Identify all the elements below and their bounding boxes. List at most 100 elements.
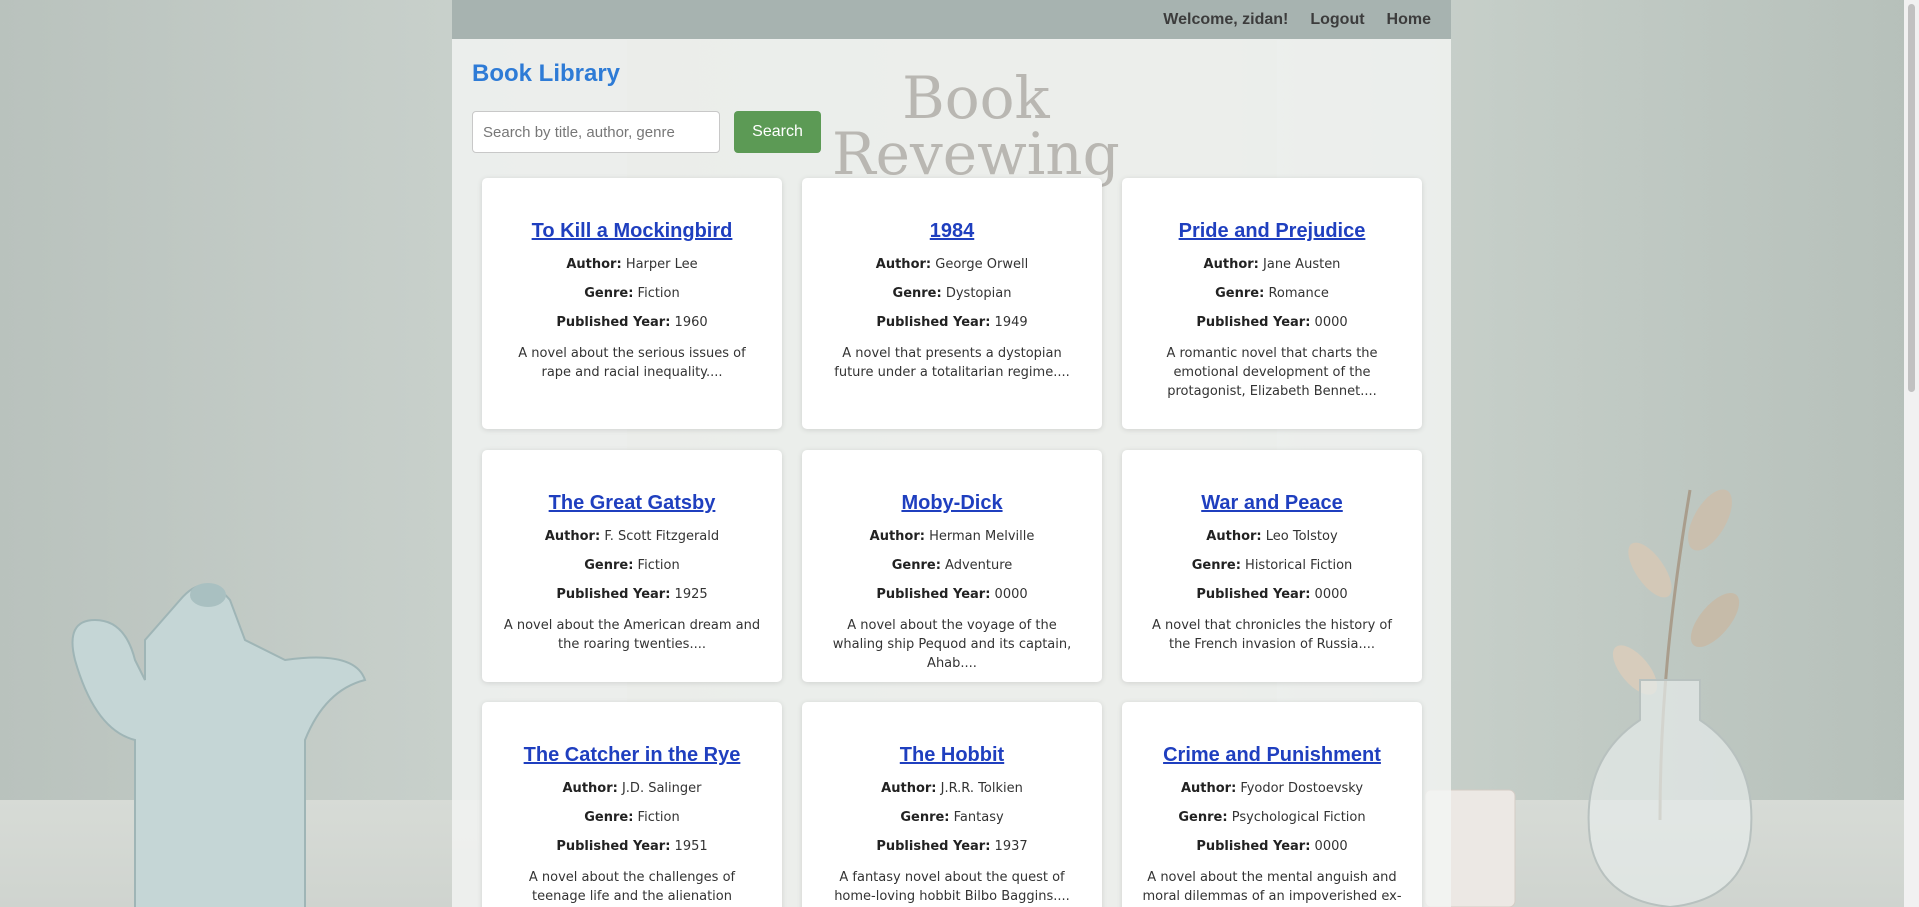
- search-button[interactable]: Search: [734, 111, 821, 153]
- book-genre: Genre: Fantasy: [802, 810, 1102, 825]
- year-value: 0000: [1314, 839, 1348, 854]
- genre-label: Genre:: [1191, 558, 1241, 573]
- year-label: Published Year:: [1196, 587, 1311, 602]
- year-value: 1960: [674, 315, 708, 330]
- scrollbar-thumb[interactable]: [1908, 4, 1915, 392]
- genre-label: Genre:: [1215, 286, 1265, 301]
- author-value: J.R.R. Tolkien: [940, 781, 1023, 796]
- genre-value: Fiction: [637, 286, 680, 301]
- book-author: Author: J.R.R. Tolkien: [802, 781, 1102, 796]
- book-card: Pride and Prejudice Author: Jane Austen …: [1122, 178, 1422, 429]
- genre-value: Fiction: [637, 810, 680, 825]
- year-value: 1937: [994, 839, 1028, 854]
- author-value: George Orwell: [935, 257, 1029, 272]
- year-value: 1949: [994, 315, 1028, 330]
- genre-label: Genre:: [892, 286, 942, 301]
- author-value: J.D. Salinger: [621, 781, 702, 796]
- genre-value: Fantasy: [953, 810, 1004, 825]
- page-scrollbar[interactable]: [1904, 0, 1919, 907]
- book-description: A romantic novel that charts the emotion…: [1166, 346, 1378, 399]
- year-value: 0000: [1314, 315, 1348, 330]
- genre-label: Genre:: [584, 810, 634, 825]
- author-label: Author:: [566, 257, 622, 272]
- main-container: Book Revewing Welcome, zidan! Logout Home…: [452, 0, 1451, 907]
- year-value: 1951: [674, 839, 708, 854]
- year-label: Published Year:: [876, 315, 991, 330]
- book-year: Published Year: 1925: [482, 587, 782, 602]
- year-label: Published Year:: [876, 587, 991, 602]
- book-year: Published Year: 0000: [1122, 315, 1422, 330]
- book-description: A novel about the voyage of the whaling …: [832, 618, 1072, 671]
- search-input[interactable]: [472, 111, 720, 153]
- home-link[interactable]: Home: [1387, 11, 1431, 29]
- year-label: Published Year:: [556, 839, 671, 854]
- book-card: The Catcher in the Rye Author: J.D. Sali…: [482, 702, 782, 907]
- book-card: 1984 Author: George Orwell Genre: Dystop…: [802, 178, 1102, 429]
- genre-value: Fiction: [637, 558, 680, 573]
- year-label: Published Year:: [876, 839, 991, 854]
- genre-label: Genre:: [1178, 810, 1228, 825]
- year-label: Published Year:: [1196, 839, 1311, 854]
- book-genre: Genre: Psychological Fiction: [1122, 810, 1422, 825]
- author-value: Fyodor Dostoevsky: [1240, 781, 1364, 796]
- book-description: A novel that presents a dystopian future…: [834, 346, 1070, 380]
- book-title-link[interactable]: War and Peace: [1122, 492, 1422, 515]
- author-value: Harper Lee: [625, 257, 698, 272]
- plant-illustration: [1612, 489, 1740, 820]
- book-genre: Genre: Romance: [1122, 286, 1422, 301]
- book-title-link[interactable]: 1984: [802, 220, 1102, 243]
- book-description: A fantasy novel about the quest of home-…: [834, 870, 1070, 904]
- year-label: Published Year:: [1196, 315, 1311, 330]
- book-author: Author: J.D. Salinger: [482, 781, 782, 796]
- book-description: A novel about the challenges of teenage …: [528, 870, 736, 904]
- genre-label: Genre:: [584, 558, 634, 573]
- book-genre: Genre: Adventure: [802, 558, 1102, 573]
- book-card: War and Peace Author: Leo Tolstoy Genre:…: [1122, 450, 1422, 682]
- book-description: A novel that chronicles the history of t…: [1152, 618, 1392, 652]
- logout-link[interactable]: Logout: [1310, 11, 1364, 29]
- book-title-link[interactable]: The Hobbit: [802, 744, 1102, 767]
- author-label: Author:: [881, 781, 937, 796]
- book-title-link[interactable]: Moby-Dick: [802, 492, 1102, 515]
- author-value: F. Scott Fitzgerald: [604, 529, 720, 544]
- top-navigation-bar: Welcome, zidan! Logout Home: [452, 0, 1451, 39]
- book-genre: Genre: Fiction: [482, 558, 782, 573]
- genre-value: Dystopian: [945, 286, 1012, 301]
- book-author: Author: Jane Austen: [1122, 257, 1422, 272]
- book-title-link[interactable]: The Catcher in the Rye: [482, 744, 782, 767]
- book-year: Published Year: 1960: [482, 315, 782, 330]
- book-title-link[interactable]: Pride and Prejudice: [1122, 220, 1422, 243]
- book-title-link[interactable]: Crime and Punishment: [1122, 744, 1422, 767]
- book-year: Published Year: 0000: [1122, 839, 1422, 854]
- book-description: A novel about the serious issues of rape…: [518, 346, 746, 380]
- book-year: Published Year: 1951: [482, 839, 782, 854]
- book-year: Published Year: 1949: [802, 315, 1102, 330]
- book-title-link[interactable]: To Kill a Mockingbird: [482, 220, 782, 243]
- book-author: Author: George Orwell: [802, 257, 1102, 272]
- author-label: Author:: [875, 257, 932, 272]
- author-label: Author:: [869, 529, 925, 544]
- book-title-link[interactable]: The Great Gatsby: [482, 492, 782, 515]
- genre-label: Genre:: [900, 810, 950, 825]
- author-value: Leo Tolstoy: [1265, 529, 1338, 544]
- genre-label: Genre:: [891, 558, 941, 573]
- book-card: Crime and Punishment Author: Fyodor Dost…: [1122, 702, 1422, 907]
- page-title: Book Library: [472, 60, 621, 87]
- book-author: Author: Harper Lee: [482, 257, 782, 272]
- book-description: A novel about the mental anguish and mor…: [1142, 870, 1402, 904]
- book-year: Published Year: 0000: [1122, 587, 1422, 602]
- book-author: Author: F. Scott Fitzgerald: [482, 529, 782, 544]
- welcome-text: Welcome, zidan!: [1163, 10, 1289, 28]
- author-label: Author:: [1180, 781, 1237, 796]
- genre-value: Adventure: [945, 558, 1013, 573]
- book-year: Published Year: 0000: [802, 587, 1102, 602]
- book-genre: Genre: Fiction: [482, 286, 782, 301]
- book-author: Author: Fyodor Dostoevsky: [1122, 781, 1422, 796]
- author-label: Author:: [1203, 257, 1259, 272]
- book-description: A novel about the American dream and the…: [503, 618, 761, 652]
- book-card: Moby-Dick Author: Herman Melville Genre:…: [802, 450, 1102, 682]
- book-genre: Genre: Dystopian: [802, 286, 1102, 301]
- book-genre: Genre: Historical Fiction: [1122, 558, 1422, 573]
- vase-illustration: [1587, 679, 1753, 907]
- author-value: Herman Melville: [929, 529, 1035, 544]
